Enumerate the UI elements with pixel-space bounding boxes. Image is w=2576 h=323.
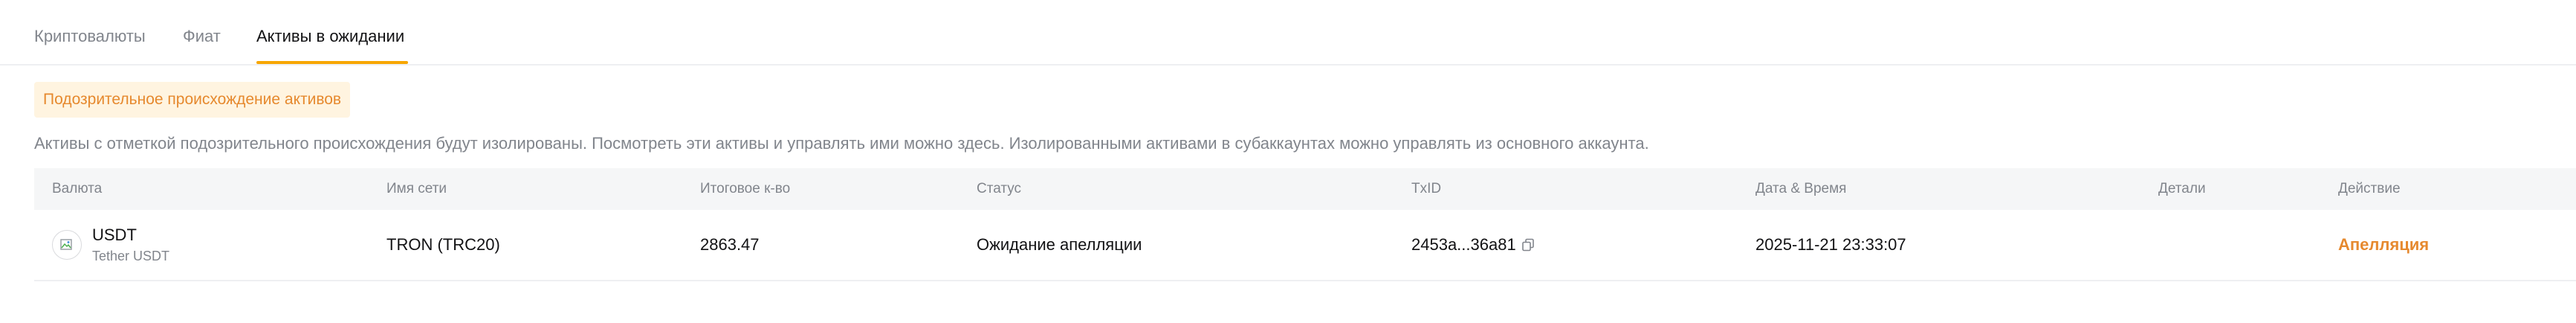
copy-icon[interactable] [1521, 238, 1535, 252]
txid-cell: 2453a...36a81 [1411, 210, 1534, 280]
active-tab-indicator [256, 61, 408, 64]
appeal-link[interactable]: Апелляция [2338, 210, 2429, 280]
col-currency: Валюта [52, 181, 103, 196]
table-header: Валюта Имя сети Итоговое к-во Статус TxI… [34, 168, 2576, 210]
col-txid: TxID [1411, 181, 1442, 196]
tab-pending-assets[interactable]: Активы в ожидании [256, 25, 404, 48]
isolation-description: Активы с отметкой подозрительного происх… [34, 134, 1649, 153]
asset-tabs: Криптовалюты Фиат Активы в ожидании [0, 0, 2576, 65]
coin-symbol: USDT [92, 226, 137, 244]
final-amount: 2863.47 [700, 235, 760, 254]
table-row: USDT Tether USDT TRON (TRC20) 2863.47 Ож… [34, 210, 2576, 281]
col-details: Детали [2158, 181, 2206, 196]
col-datetime: Дата & Время [1755, 181, 1847, 196]
date-time-value: 2025-11-21 23:33:07 [1755, 235, 1906, 254]
pending-assets-page: Криптовалюты Фиат Активы в ожидании Подо… [0, 0, 2576, 323]
col-status: Статус [977, 181, 1022, 196]
txid-value: 2453a...36a81 [1411, 235, 1516, 254]
network-name: TRON (TRC20) [386, 235, 500, 254]
col-amount: Итоговое к-во [700, 181, 791, 196]
tab-fiat[interactable]: Фиат [183, 25, 221, 48]
col-network: Имя сети [386, 181, 447, 196]
col-action: Действие [2338, 181, 2401, 196]
tab-crypto[interactable]: Криптовалюты [34, 25, 146, 48]
status-text: Ожидание апелляции [977, 235, 1142, 254]
suspicious-origin-badge: Подозрительное происхождение активов [34, 82, 351, 118]
coin-full-name: Tether USDT [92, 249, 170, 263]
broken-image-icon [52, 230, 82, 260]
